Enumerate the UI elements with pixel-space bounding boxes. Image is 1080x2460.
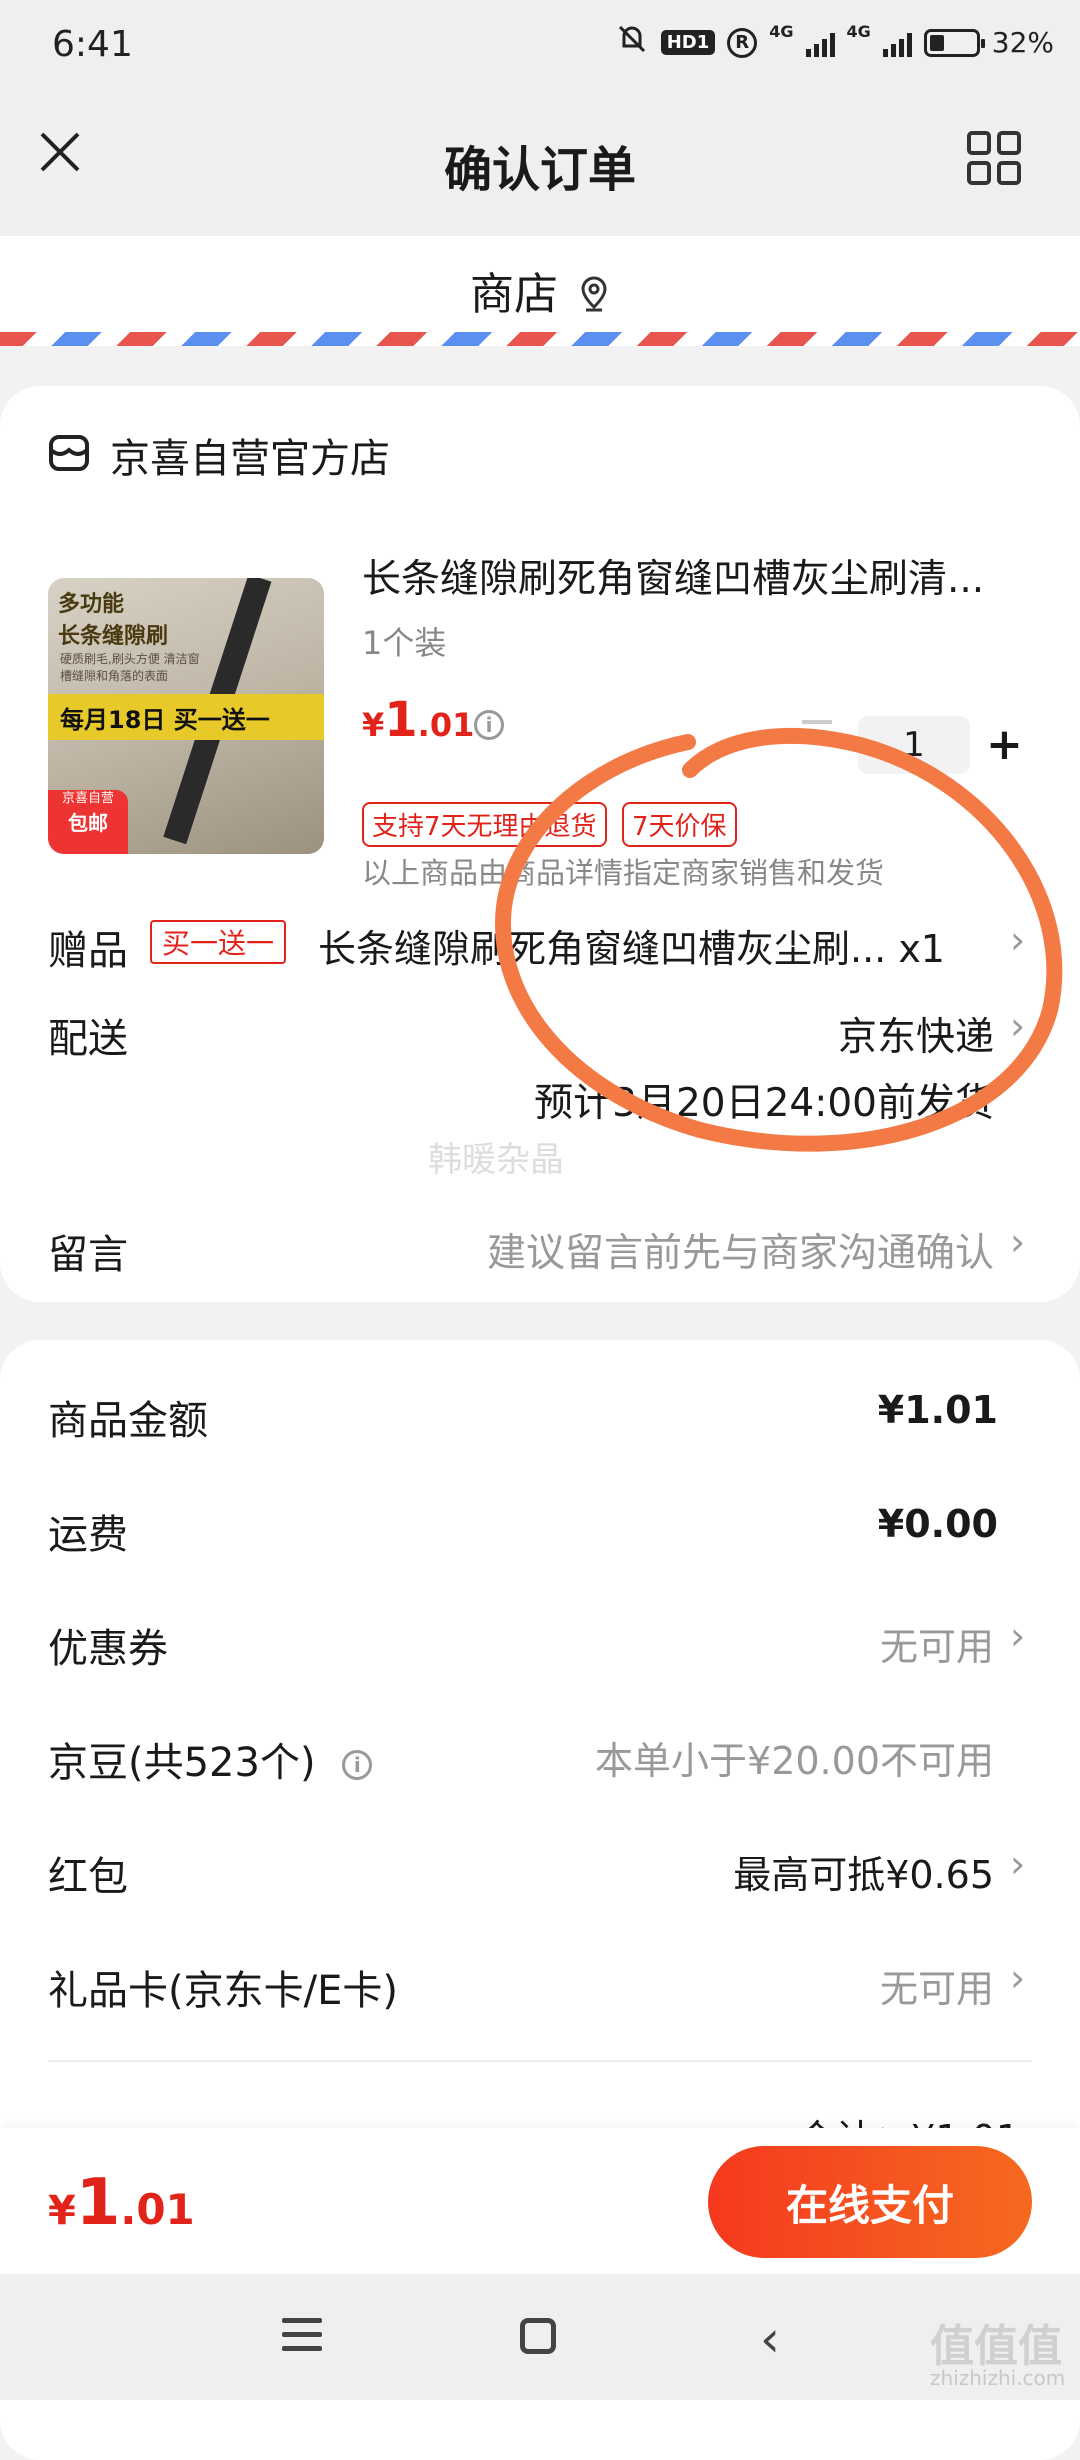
quantity-plus-button[interactable]: +: [986, 720, 1023, 770]
signal-1-icon: [805, 29, 835, 57]
price-symbol: ¥: [362, 706, 385, 744]
chevron-right-icon[interactable]: ›: [1010, 1004, 1025, 1048]
gift-badge: 买一送一: [150, 920, 287, 964]
product-image-line2: 长条缝隙刷: [58, 624, 169, 649]
chevron-right-icon[interactable]: ›: [1010, 1842, 1025, 1886]
coupon-label: 优惠券: [48, 1626, 168, 1672]
freight-value: ¥0.00: [877, 1502, 998, 1546]
home-icon[interactable]: [520, 2318, 556, 2354]
signal-2-icon: [882, 29, 912, 57]
shipping-label: 配送: [48, 1016, 128, 1062]
battery-percent: 32%: [991, 26, 1054, 59]
price-info-icon[interactable]: i: [474, 710, 504, 740]
pay-symbol: ¥: [48, 2188, 76, 2234]
menu-icon[interactable]: [282, 2318, 322, 2360]
jx-self-operated-tag: 京喜自营 包邮: [48, 790, 128, 854]
coupon-value[interactable]: 无可用: [880, 1616, 994, 1671]
jd-beans-value: 本单小于¥20.00不可用: [595, 1739, 994, 1783]
price-int: 1: [384, 692, 418, 748]
gift-item-text[interactable]: 长条缝隙刷死角窗缝凹槽灰尘刷... x1: [318, 918, 988, 973]
red-packet-label: 红包: [48, 1854, 128, 1900]
freight-label: 运费: [48, 1512, 128, 1558]
divider: [48, 2060, 1032, 2062]
chevron-right-icon[interactable]: ›: [1010, 918, 1025, 962]
status-icons: HD1 R 4G 4G 32%: [615, 22, 1054, 63]
return-policy-tag: 支持7天无理由退货: [362, 802, 607, 847]
price-protect-tag: 7天价保: [622, 802, 737, 847]
pay-int: 1: [75, 2166, 121, 2240]
hd-badge: HD1: [660, 30, 716, 55]
r-icon: R: [727, 27, 758, 58]
goods-amount-value: ¥1.01: [877, 1388, 998, 1432]
airmail-stripe: [0, 332, 1080, 346]
shipping-eta: 预计3月20日24:00前发货: [534, 1081, 994, 1126]
pay-total: ¥1.01: [48, 2166, 195, 2240]
signal-1-label: 4G: [769, 22, 794, 41]
location-pin-icon: [581, 276, 607, 312]
note-input[interactable]: 建议留言前先与商家沟通确认: [487, 1222, 994, 1278]
gift-label: 赠品: [48, 928, 128, 974]
tag-bottom-text: 包邮: [68, 811, 108, 835]
quantity-minus-button[interactable]: [802, 720, 832, 724]
shop-name[interactable]: 京喜自营官方店: [110, 426, 390, 484]
tag-top-text: 京喜自营: [61, 791, 114, 806]
jd-beans-label: 京豆(共523个) i: [48, 1730, 373, 1788]
promo-band-text: 每月18日 买一送一: [60, 706, 270, 734]
chevron-right-icon[interactable]: ›: [1010, 1220, 1025, 1264]
note-label: 留言: [48, 1232, 128, 1278]
signal-2-label: 4G: [846, 22, 871, 41]
page-title: 确认订单: [443, 142, 636, 198]
site-watermark-url: zhizhizhi.com: [930, 2366, 1066, 2390]
price-dec: .01: [417, 706, 475, 744]
chevron-right-icon[interactable]: ›: [1010, 1956, 1025, 2000]
gift-card-label: 礼品卡(京东卡/E卡): [48, 1968, 398, 2014]
battery-icon: [923, 28, 985, 57]
grid-icon[interactable]: [966, 130, 1022, 186]
product-image[interactable]: 多功能 长条缝隙刷 硬质刷毛,刷头方便 清洁窗槽缝隙和角落的表面 每月18日 买…: [48, 578, 324, 854]
product-title[interactable]: 长条缝隙刷死角窗缝凹槽灰尘刷清...: [362, 548, 1032, 604]
shipping-method[interactable]: 京东快递: [838, 1006, 994, 1062]
jd-beans-label-text: 京豆(共523个): [48, 1740, 316, 1786]
site-watermark-logo: 值值值: [930, 2321, 1062, 2372]
store-label-text: 商店: [470, 269, 558, 320]
goods-amount-label: 商品金额: [48, 1398, 208, 1444]
shop-icon: [48, 432, 90, 474]
product-image-sub: 硬质刷毛,刷头方便 清洁窗槽缝隙和角落的表面: [60, 652, 200, 683]
mute-icon: [615, 22, 649, 63]
red-packet-value[interactable]: 最高可抵¥0.65: [733, 1844, 994, 1899]
product-image-line1: 多功能: [58, 592, 125, 617]
gift-card-value[interactable]: 无可用: [880, 1958, 994, 2013]
status-time: 6:41: [52, 24, 133, 65]
seller-note: 以上商品由商品详情指定商家销售和发货: [362, 856, 885, 890]
chevron-right-icon[interactable]: ›: [1010, 1614, 1025, 1658]
quantity-input[interactable]: 1: [858, 716, 970, 774]
pay-dec: .01: [120, 2185, 195, 2234]
image-watermark: 韩暖杂晶: [428, 1140, 564, 1180]
product-price: ¥1.01: [362, 692, 474, 748]
store-label[interactable]: 商店: [0, 258, 1080, 322]
online-pay-button[interactable]: 在线支付: [708, 2146, 1032, 2258]
product-spec: 1个装: [362, 624, 447, 662]
back-icon[interactable]: ‹: [760, 2310, 780, 2368]
beans-info-icon[interactable]: i: [342, 1750, 373, 1780]
